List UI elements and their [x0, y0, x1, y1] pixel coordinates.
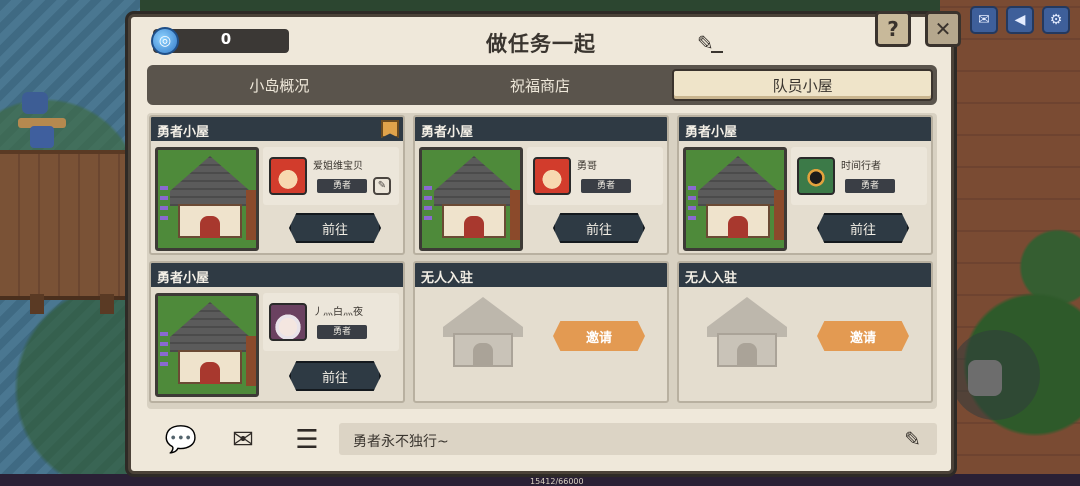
currency-value: 0 [220, 30, 232, 48]
cabin-title-text: 勇者小屋 [685, 125, 738, 140]
roof [170, 302, 250, 352]
flowers [424, 180, 432, 220]
cabin-card: 勇者小屋 爱姐维宝贝 勇者 ✎ 前往 [149, 115, 405, 255]
cabin-grid: 勇者小屋 爱姐维宝贝 勇者 ✎ 前往 勇者小屋 勇哥 勇者 前往 勇者小屋 时间… [147, 113, 937, 409]
red-helmet-avatar[interactable] [533, 157, 571, 195]
motto-text: 勇者永不独行~ [353, 434, 449, 450]
player-info: 勇哥 勇者 [527, 147, 663, 205]
cabin-card-empty: 无人入驻 邀请 [413, 261, 669, 403]
envelope-icon[interactable]: ✉ [223, 423, 263, 457]
flowers [160, 180, 168, 220]
player-info: 时间行者 勇者 [791, 147, 927, 205]
tree [246, 336, 256, 386]
go-button[interactable]: 前往 [289, 361, 381, 391]
cabin-house-image [683, 147, 787, 251]
invite-button[interactable]: 邀请 [817, 321, 909, 351]
player-info: 爱姐维宝贝 勇者 ✎ [263, 147, 399, 205]
settings-gear-icon[interactable]: ⚙ [1042, 6, 1070, 34]
rename-pencil-icon[interactable]: ✎ [697, 31, 723, 55]
role-badge: 勇者 [581, 179, 631, 193]
ghost-roof [443, 297, 523, 337]
role-badge: 勇者 [317, 325, 367, 339]
roof [170, 156, 250, 206]
wooden-dock [0, 150, 130, 300]
red-helmet-avatar[interactable] [269, 157, 307, 195]
cabin-title-text: 无人入驻 [421, 271, 474, 286]
exp-text: 15412/66000 [530, 477, 584, 486]
roof [698, 156, 778, 206]
go-button[interactable]: 前往 [817, 213, 909, 243]
role-badge: 勇者 [845, 179, 895, 193]
cabin-title: 勇者小屋 [415, 117, 667, 141]
ghost-door [473, 343, 493, 367]
invite-button[interactable]: 邀请 [553, 321, 645, 351]
bottom-bar: 💬 ✉ ☰ 勇者永不独行~ ✎ [147, 421, 937, 461]
cabin-house-image [419, 147, 523, 251]
cabin-house-image [155, 147, 259, 251]
cabin-title: 勇者小屋 [151, 263, 403, 287]
dock-post [30, 294, 44, 314]
door [200, 216, 220, 238]
chat-bubble-icon[interactable]: 💬 [161, 423, 201, 457]
cabin-title-text: 勇者小屋 [157, 125, 210, 140]
cabin-title-text: 勇者小屋 [157, 271, 210, 286]
player-name: 丿灬白灬夜 [313, 307, 363, 318]
tab-island-overview[interactable]: 小岛概况 [151, 69, 408, 101]
cabin-card: 勇者小屋 丿灬白灬夜 勇者 前往 [149, 261, 405, 403]
green-helmet-avatar[interactable] [797, 157, 835, 195]
tree [774, 190, 784, 240]
cabin-house-image [155, 293, 259, 397]
tab-blessing-shop[interactable]: 祝福商店 [412, 69, 669, 101]
hand-action-icon[interactable] [968, 360, 1002, 396]
edit-pencil-icon[interactable]: ✎ [373, 177, 391, 195]
cabin-card: 勇者小屋 时间行者 勇者 前往 [677, 115, 933, 255]
roof [434, 156, 514, 206]
cabin-title: 无人入驻 [415, 263, 667, 287]
help-button[interactable]: ? [875, 11, 911, 47]
player-info: 丿灬白灬夜 勇者 [263, 293, 399, 351]
notes-icon[interactable]: ☰ [287, 423, 327, 457]
cabin-title-text: 勇者小屋 [421, 125, 474, 140]
empty-house-icon [443, 297, 523, 367]
cabin-title: 无人入驻 [679, 263, 931, 287]
motto-field[interactable]: 勇者永不独行~ ✎ [339, 423, 937, 455]
empty-house-icon [707, 297, 787, 367]
ghost-roof [707, 297, 787, 337]
dock-post [100, 294, 114, 314]
role-badge: 勇者 [317, 179, 367, 193]
ghost-door [737, 343, 757, 367]
player-name: 爱姐维宝贝 [313, 161, 363, 172]
npc-head [30, 126, 54, 148]
door [728, 216, 748, 238]
sound-icon[interactable]: ◀ [1006, 6, 1034, 34]
go-button[interactable]: 前往 [289, 213, 381, 243]
player-name: 勇哥 [577, 161, 597, 172]
tab-member-cabins[interactable]: 队员小屋 [672, 69, 934, 101]
flag-bookmark-icon[interactable] [381, 120, 399, 138]
go-button[interactable]: 前往 [553, 213, 645, 243]
close-button[interactable]: ✕ [925, 11, 961, 47]
tree [246, 190, 256, 240]
cabin-title: 勇者小屋 [679, 117, 931, 141]
white-hair-avatar[interactable] [269, 303, 307, 341]
cabin-title-text: 无人入驻 [685, 271, 738, 286]
flowers [160, 326, 168, 366]
door [200, 362, 220, 384]
player-name: 时间行者 [841, 161, 881, 172]
dialog-titlebar: ◎ 0 做任务一起 ✎ ? ✕ [131, 11, 961, 69]
island-dialog: ◎ 0 做任务一起 ✎ ? ✕ 小岛概况 祝福商店 队员小屋 勇者小屋 爱姐维宝… [128, 11, 961, 474]
dialog-title: 做任务一起 [486, 32, 596, 56]
tree [510, 190, 520, 240]
flowers [688, 180, 696, 220]
edit-pencil-icon[interactable]: ✎ [904, 427, 921, 451]
mail-icon[interactable]: ✉ [970, 6, 998, 34]
door [464, 216, 484, 238]
npc-speech-bubble-icon[interactable] [22, 92, 48, 114]
cabin-title: 勇者小屋 [151, 117, 403, 141]
cabin-card: 勇者小屋 勇哥 勇者 前往 [413, 115, 669, 255]
cabin-card-empty: 无人入驻 邀请 [677, 261, 933, 403]
tab-bar: 小岛概况 祝福商店 队员小屋 [147, 65, 937, 105]
